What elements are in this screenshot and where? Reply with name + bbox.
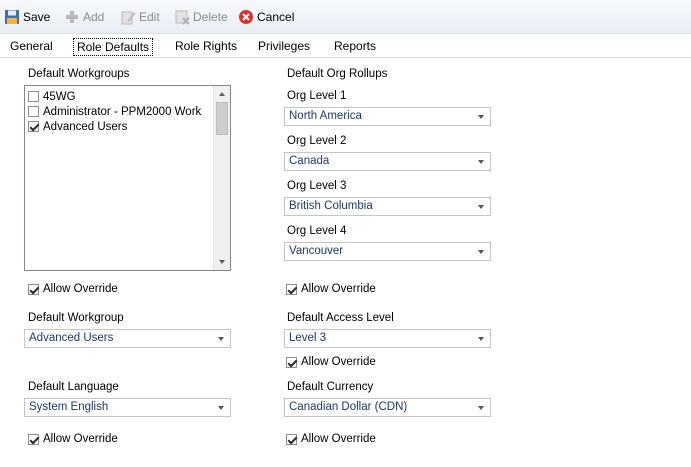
chevron-down-icon [478, 337, 484, 341]
org-level-4-label: Org Level 4 [287, 225, 347, 237]
default-workgroup-select[interactable]: Advanced Users [24, 329, 231, 348]
delete-button[interactable]: Delete [174, 8, 228, 26]
default-currency-label: Default Currency [287, 381, 374, 393]
allow-override-checkbox[interactable] [286, 433, 297, 445]
org-level-4-value: Vancouver [289, 245, 344, 257]
chevron-down-icon [478, 406, 484, 410]
allow-override-checkbox[interactable] [28, 283, 39, 295]
org-level-3-select[interactable]: British Columbia [284, 197, 491, 216]
default-language-select[interactable]: System English [24, 398, 231, 417]
list-item[interactable]: Advanced Users [28, 120, 127, 133]
org-level-2-label: Org Level 2 [287, 135, 347, 147]
default-currency-value: Canadian Dollar (CDN) [289, 401, 408, 413]
org-level-1-select[interactable]: North America [284, 107, 491, 126]
allow-override-checkbox[interactable] [286, 283, 297, 295]
cancel-button[interactable]: Cancel [238, 8, 294, 26]
chevron-down-icon [478, 160, 484, 164]
chevron-down-icon [478, 115, 484, 119]
org-level-4-select[interactable]: Vancouver [284, 242, 491, 261]
org-level-2-select[interactable]: Canada [284, 152, 491, 171]
cancel-icon [238, 9, 254, 25]
floppy-disk-icon [4, 9, 20, 25]
save-button[interactable]: Save [4, 8, 50, 26]
chevron-down-icon [218, 337, 224, 341]
toolbar: Save Add Edit Delete Cancel [0, 0, 691, 34]
delete-icon [174, 9, 190, 25]
add-button[interactable]: Add [64, 8, 104, 26]
org-level-3-value: British Columbia [289, 200, 373, 212]
delete-label: Delete [193, 10, 228, 24]
org-level-3-label: Org Level 3 [287, 180, 347, 192]
tab-role-rights[interactable]: Role Rights [172, 38, 240, 56]
tab-privileges[interactable]: Privileges [255, 38, 313, 56]
list-item[interactable]: Administrator - PPM2000 Work [28, 105, 201, 118]
org-rollups-allow-override[interactable]: Allow Override [286, 283, 376, 295]
access-level-allow-override[interactable]: Allow Override [286, 356, 376, 368]
plus-icon [64, 9, 80, 25]
chevron-down-icon [218, 406, 224, 410]
list-item-label: 45WG [43, 90, 76, 103]
default-currency-select[interactable]: Canadian Dollar (CDN) [284, 398, 491, 417]
default-access-level-select[interactable]: Level 3 [284, 329, 491, 348]
tab-general[interactable]: General [7, 38, 56, 56]
edit-pencil-icon [120, 9, 136, 25]
list-item-label: Advanced Users [43, 120, 128, 133]
scroll-down-icon[interactable] [219, 260, 225, 264]
cancel-label: Cancel [257, 10, 295, 24]
default-workgroup-label: Default Workgroup [28, 312, 124, 324]
default-org-rollups-label: Default Org Rollups [287, 68, 388, 80]
edit-button[interactable]: Edit [120, 8, 160, 26]
currency-allow-override[interactable]: Allow Override [286, 433, 376, 445]
tab-reports[interactable]: Reports [331, 38, 379, 56]
language-allow-override[interactable]: Allow Override [28, 433, 118, 445]
workgroups-listbox[interactable]: 45WG Administrator - PPM2000 Work Advanc… [24, 85, 231, 271]
save-label: Save [23, 10, 51, 24]
chevron-down-icon [478, 205, 484, 209]
allow-override-label: Allow Override [43, 433, 118, 445]
edit-label: Edit [139, 10, 160, 24]
org-level-1-value: North America [289, 110, 362, 122]
default-workgroups-label: Default Workgroups [28, 68, 130, 80]
workgroup-checkbox[interactable] [28, 106, 39, 117]
scroll-up-icon[interactable] [219, 92, 225, 96]
allow-override-label: Allow Override [301, 356, 376, 368]
default-language-value: System English [29, 401, 109, 413]
default-workgroup-value: Advanced Users [29, 332, 114, 344]
scrollbar-thumb[interactable] [216, 102, 228, 135]
allow-override-label: Allow Override [301, 283, 376, 295]
default-access-level-value: Level 3 [289, 332, 327, 344]
default-access-level-label: Default Access Level [287, 312, 394, 324]
add-label: Add [83, 10, 105, 24]
org-level-2-value: Canada [289, 155, 330, 167]
allow-override-checkbox[interactable] [28, 433, 39, 445]
tab-role-defaults[interactable]: Role Defaults [73, 38, 154, 56]
default-language-label: Default Language [28, 381, 119, 393]
org-level-1-label: Org Level 1 [287, 90, 347, 102]
list-item[interactable]: 45WG [28, 90, 76, 103]
listbox-scrollbar[interactable] [213, 86, 230, 270]
allow-override-checkbox[interactable] [286, 356, 297, 368]
chevron-down-icon [478, 250, 484, 254]
tab-strip: General Role Defaults Role Rights Privil… [0, 34, 691, 58]
allow-override-label: Allow Override [301, 433, 376, 445]
workgroups-allow-override[interactable]: Allow Override [28, 283, 118, 295]
workgroup-checkbox[interactable] [28, 91, 39, 102]
workgroup-checkbox[interactable] [28, 121, 39, 132]
list-item-label: Administrator - PPM2000 Work [43, 105, 202, 118]
allow-override-label: Allow Override [43, 283, 118, 295]
